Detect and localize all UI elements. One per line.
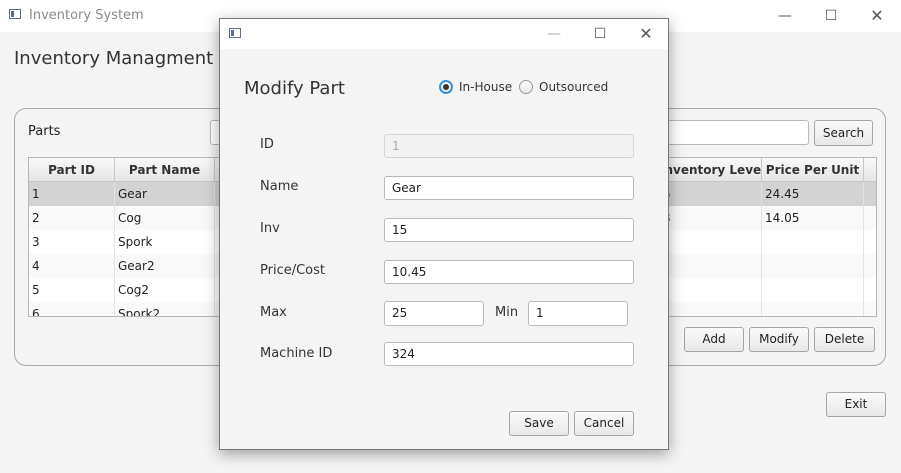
price-label: Price/Cost [260,263,325,278]
dialog-close-button[interactable]: ✕ [623,22,669,46]
cell-part-name: Cog2 [115,278,215,302]
dialog-app-icon [229,28,241,38]
cell-part-name: Gear2 [115,254,215,278]
max-label: Max [260,305,287,320]
cell-inventory: 5 [660,182,762,206]
cell-part-id: 2 [29,206,115,230]
price-field[interactable]: 10.45 [384,260,634,284]
window-title: Inventory System [29,8,144,23]
parts-label: Parts [28,124,61,139]
name-label: Name [260,179,299,194]
col-header-inventory[interactable]: Inventory Level [660,158,762,182]
min-field[interactable]: 1 [528,301,628,326]
inhouse-radio-label[interactable]: In-House [459,80,512,94]
cell-price [762,302,864,316]
col-header-part-name[interactable]: Part Name [115,158,215,182]
dialog-maximize-button[interactable]: ☐ [577,22,623,46]
modify-part-button[interactable]: Modify [749,327,809,352]
save-button[interactable]: Save [509,411,569,436]
inv-label: Inv [260,221,280,236]
cell-part-name: Cog [115,206,215,230]
name-field[interactable]: Gear [384,176,634,200]
cell-price [762,278,864,302]
max-field[interactable]: 25 [384,301,484,326]
cell-price [762,254,864,278]
cell-inventory [660,302,762,316]
cell-price: 24.45 [762,182,864,206]
search-button[interactable]: Search [814,120,873,146]
dialog-title: Modify Part [244,78,345,99]
maximize-button[interactable]: ☐ [808,4,854,28]
app-icon [9,9,21,19]
dialog-minimize-button[interactable]: — [531,22,577,46]
exit-button[interactable]: Exit [826,392,886,417]
inhouse-radio[interactable] [439,80,453,94]
min-label: Min [495,305,519,320]
cancel-button[interactable]: Cancel [574,411,634,436]
cell-inventory: 3 [660,206,762,230]
id-field: 1 [384,134,634,158]
cell-part-id: 6 [29,302,115,316]
cell-part-id: 1 [29,182,115,206]
close-button[interactable]: ✕ [854,4,900,28]
col-header-part-id[interactable]: Part ID [29,158,115,182]
col-header-filler [864,158,876,182]
cell-part-name: Spork [115,230,215,254]
add-part-button[interactable]: Add [684,327,744,352]
delete-part-button[interactable]: Delete [814,327,875,352]
id-label: ID [260,137,274,152]
col-header-price[interactable]: Price Per Unit [762,158,864,182]
machine-id-field[interactable]: 324 [384,342,634,366]
cell-part-id: 5 [29,278,115,302]
cell-inventory [660,278,762,302]
cell-part-name: Gear [115,182,215,206]
minimize-button[interactable]: — [762,4,808,28]
machine-id-label: Machine ID [260,346,333,361]
outsourced-radio-label[interactable]: Outsourced [539,80,608,94]
cell-price: 14.05 [762,206,864,230]
cell-part-id: 3 [29,230,115,254]
inv-field[interactable]: 15 [384,218,634,242]
modify-part-dialog: — ☐ ✕ Modify Part In-House Outsourced ID… [219,18,669,450]
cell-inventory [660,230,762,254]
cell-part-name: Spork2 [115,302,215,316]
cell-inventory [660,254,762,278]
cell-part-id: 4 [29,254,115,278]
cell-price [762,230,864,254]
outsourced-radio[interactable] [519,80,533,94]
